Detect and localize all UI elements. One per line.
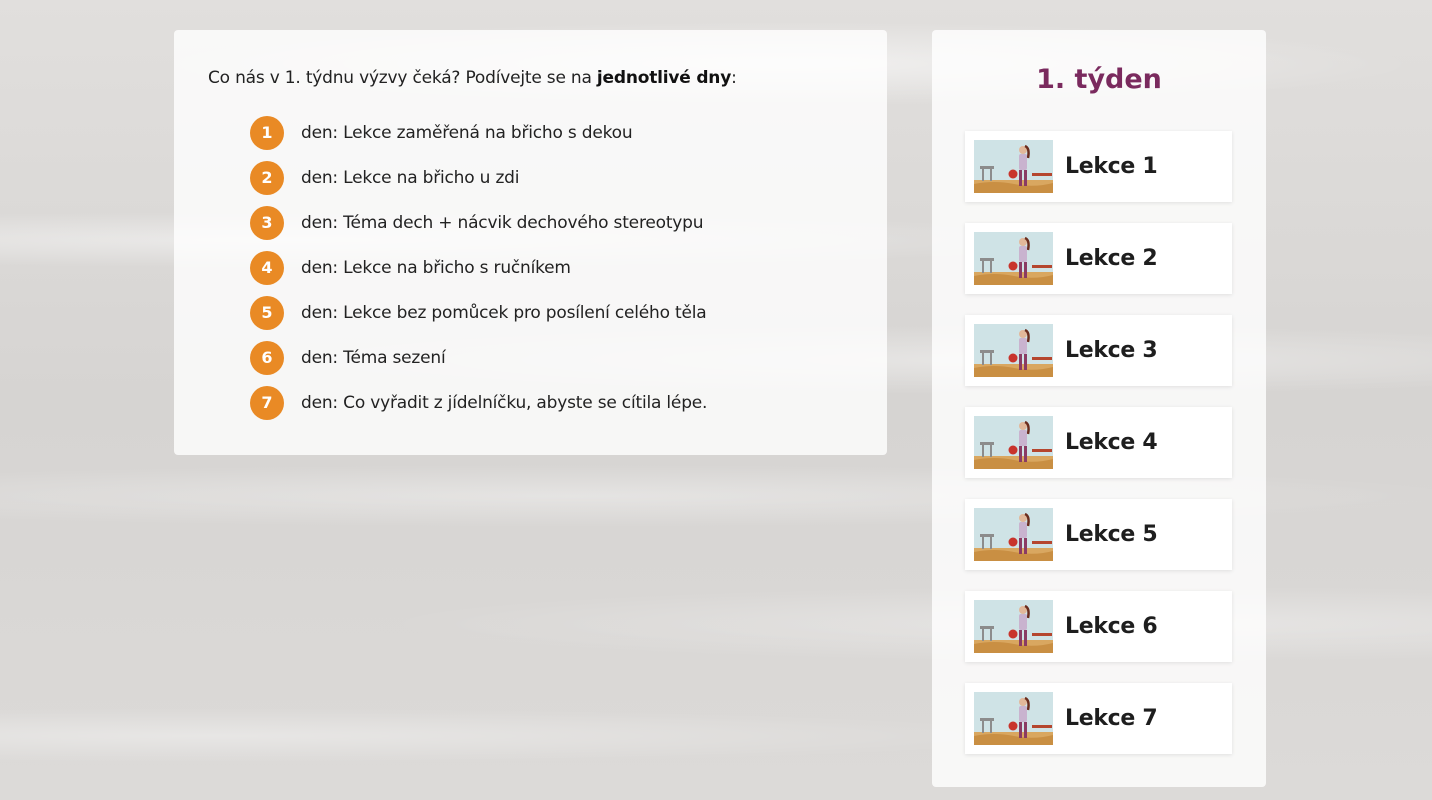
lesson-link-3[interactable]: Lekce 3 — [965, 315, 1232, 386]
intro-text-bold: jednotlivé dny — [596, 68, 732, 88]
lesson-thumbnail-image — [974, 232, 1053, 285]
intro-text: Co nás v 1. týdnu výzvy čeká? Podívejte … — [208, 66, 853, 90]
lesson-thumbnail-image — [974, 508, 1053, 561]
lesson-link-2[interactable]: Lekce 2 — [965, 223, 1232, 294]
day-item: 7 den: Co vyřadit z jídelníčku, abyste s… — [250, 380, 853, 425]
week-overview-card: Co nás v 1. týdnu výzvy čeká? Podívejte … — [174, 30, 887, 455]
day-number-badge: 2 — [250, 160, 284, 195]
day-description: den: Lekce bez pomůcek pro posílení celé… — [301, 302, 707, 323]
day-number-badge: 5 — [250, 295, 284, 330]
day-item: 3 den: Téma dech + nácvik dechového ster… — [250, 200, 853, 245]
lesson-link-6[interactable]: Lekce 6 — [965, 591, 1232, 662]
day-number-badge: 1 — [250, 115, 284, 150]
lesson-label: Lekce 6 — [1065, 614, 1158, 639]
day-item: 6 den: Téma sezení — [250, 335, 853, 380]
day-item: 5 den: Lekce bez pomůcek pro posílení ce… — [250, 290, 853, 335]
lesson-list: Lekce 1 Lekce 2 Lekce 3 Lekce 4 Lekce 5 … — [965, 131, 1232, 775]
day-number-badge: 6 — [250, 340, 284, 375]
day-description: den: Co vyřadit z jídelníčku, abyste se … — [301, 392, 708, 413]
lesson-link-7[interactable]: Lekce 7 — [965, 683, 1232, 754]
lesson-label: Lekce 7 — [1065, 706, 1158, 731]
lesson-thumbnail-image — [974, 140, 1053, 193]
intro-text-end: : — [731, 68, 737, 88]
lesson-thumbnail-image — [974, 600, 1053, 653]
day-description: den: Téma sezení — [301, 347, 446, 368]
lesson-label: Lekce 5 — [1065, 522, 1158, 547]
day-list: 1 den: Lekce zaměřená na břicho s dekou … — [208, 110, 853, 425]
intro-text-start: Co nás v 1. týdnu výzvy čeká? Podívejte … — [208, 68, 597, 88]
day-description: den: Lekce zaměřená na břicho s dekou — [301, 122, 633, 143]
lesson-label: Lekce 2 — [1065, 246, 1158, 271]
day-description: den: Téma dech + nácvik dechového stereo… — [301, 212, 704, 233]
lesson-label: Lekce 3 — [1065, 338, 1158, 363]
day-description: den: Lekce na břicho u zdi — [301, 167, 520, 188]
lesson-link-5[interactable]: Lekce 5 — [965, 499, 1232, 570]
day-item: 1 den: Lekce zaměřená na břicho s dekou — [250, 110, 853, 155]
day-number-badge: 7 — [250, 385, 284, 420]
lesson-thumbnail-image — [974, 324, 1053, 377]
lesson-label: Lekce 4 — [1065, 430, 1158, 455]
lesson-link-1[interactable]: Lekce 1 — [965, 131, 1232, 202]
day-number-badge: 3 — [250, 205, 284, 240]
lesson-label: Lekce 1 — [1065, 154, 1158, 179]
week-sidebar: 1. týden Lekce 1 Lekce 2 Lekce 3 Lekce 4… — [932, 30, 1266, 787]
lesson-thumbnail-image — [974, 416, 1053, 469]
lesson-link-4[interactable]: Lekce 4 — [965, 407, 1232, 478]
day-item: 2 den: Lekce na břicho u zdi — [250, 155, 853, 200]
day-number-badge: 4 — [250, 250, 284, 285]
lesson-thumbnail-image — [974, 692, 1053, 745]
week-title: 1. týden — [1036, 64, 1162, 95]
day-item: 4 den: Lekce na břicho s ručníkem — [250, 245, 853, 290]
day-description: den: Lekce na břicho s ručníkem — [301, 257, 571, 278]
